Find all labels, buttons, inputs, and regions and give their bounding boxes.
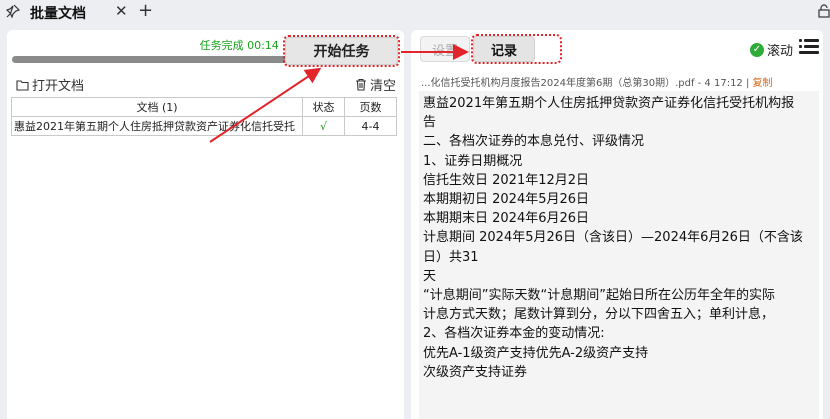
pages-cell: 4-4 [344,116,397,136]
column-header-document[interactable]: 文档 (1) [11,97,303,117]
log-line: 天 [423,268,437,284]
trash-icon [355,78,366,91]
log-line: 次级资产支持证券 [423,364,528,380]
document-name-cell: 惠益2021年第五期个人住房抵押贷款资产证券化信托受托 [11,116,303,136]
log-file-info: ...化信托受托机构月度报告2024年度第6期（总第30期）.pdf - 4 1… [421,78,753,89]
log-file-header: ...化信托受托机构月度报告2024年度第6期（总第30期）.pdf - 4 1… [421,74,819,89]
add-tab-icon[interactable]: + [138,0,153,21]
pin-icon[interactable] [5,4,21,22]
log-line: 惠益2021年第五期个人住房抵押贷款资产证券化信托受托机构报 [423,96,795,111]
progress-fill [12,56,290,63]
tab-title[interactable]: 批量文档 [30,3,86,23]
start-task-button[interactable]: 开始任务 [285,37,398,65]
log-line: 计息方式天数；尾数计算到分，分以下四舍五入；单利计息， [423,307,775,323]
log-line: 告 [423,115,437,131]
check-circle-icon: ✓ [749,42,764,57]
open-document-button[interactable]: 打开文档 [16,75,84,94]
log-line: 本期期初日 2024年5月26日 [423,192,590,208]
log-line: 本期期末日 2024年6月26日 [423,211,590,227]
folder-icon [16,79,29,91]
auto-scroll-label: 滚动 [766,44,793,59]
clear-button[interactable]: 清空 [355,75,396,94]
list-menu-icon[interactable] [799,39,819,55]
log-line: 信托生效日 2021年12月2日 [423,172,590,188]
close-tab-icon[interactable]: ✕ [115,2,128,20]
lock-icon[interactable] [818,4,830,22]
log-line: 优先A-1级资产支持优先A-2级资产支持 [423,345,649,361]
status-cell: √ [302,116,345,136]
log-text-area[interactable]: 惠益2021年第五期个人住房抵押贷款资产证券化信托受托机构报 告 二、各档次证券… [419,91,819,419]
auto-scroll-toggle[interactable]: ✓ 滚动 [749,40,793,59]
open-document-label: 打开文档 [32,79,85,94]
log-line: 2、各档次证券本金的变动情况: [423,326,605,342]
log-line: “计息期间”实际天数“计息期间”起始日所在公历年全年的实际 [423,288,775,304]
copy-link[interactable]: 复制 [753,78,773,89]
table-header-row: 文档 (1) 状态 页数 [11,97,397,117]
tab-settings[interactable]: 设置 [420,36,470,62]
task-progress-bar [12,56,290,63]
title-bar: 批量文档 ✕ + [0,0,830,26]
log-line: 1、证券日期概况 [423,153,523,169]
document-table: 文档 (1) 状态 页数 惠益2021年第五期个人住房抵押贷款资产证券化信托受托… [11,97,397,136]
column-header-pages[interactable]: 页数 [344,97,397,117]
column-header-status[interactable]: 状态 [302,97,345,117]
document-list-panel: 任务完成 00:14 1/1 开始任务 打开文档 清空 文档 (1) 状态 页数… [7,30,404,419]
clear-label: 清空 [369,79,396,94]
log-line: 二、各档次证券的本息兑付、评级情况 [423,134,645,150]
log-panel: 设置 记录 ✓ 滚动 ...化信托受托机构月度报告2024年度第6期（总第30期… [411,30,823,419]
log-line: 计息期间 2024年5月26日（含该日）—2024年6月26日（不含该日）共31 [423,230,803,265]
table-row[interactable]: 惠益2021年第五期个人住房抵押贷款资产证券化信托受托 √ 4-4 [11,116,397,136]
tab-log[interactable]: 记录 [473,36,535,62]
